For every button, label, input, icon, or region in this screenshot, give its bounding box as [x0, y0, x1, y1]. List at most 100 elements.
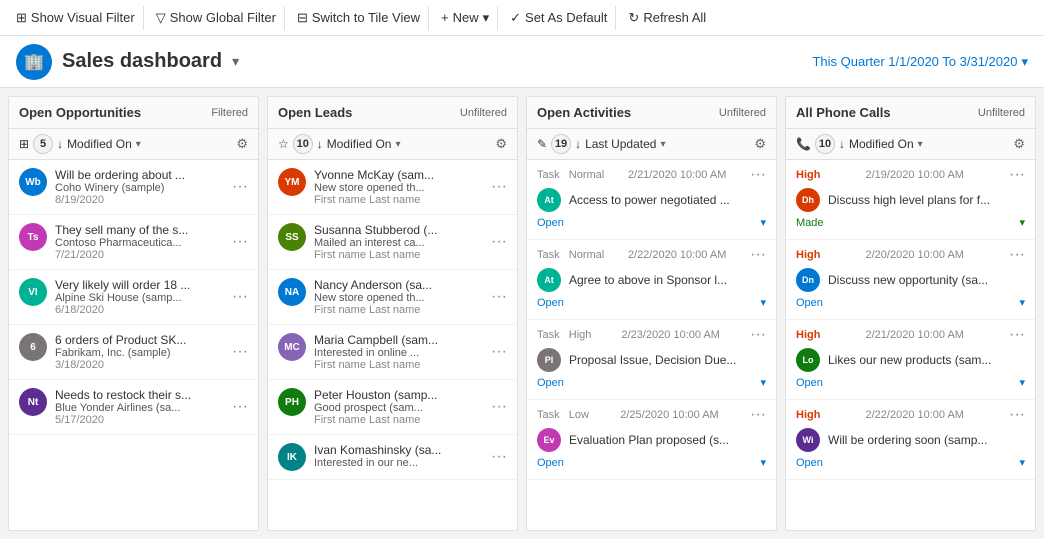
sort-icon: ⊞: [19, 137, 29, 151]
opp-title-5: Needs to restock their s...: [55, 388, 224, 402]
call-more-1[interactable]: ···: [1009, 166, 1025, 184]
opportunities-subheader: ⊞ 5 ↓ Modified On ▾ ⚙: [9, 129, 258, 160]
count-badge: 5: [33, 134, 53, 154]
call-avatar-3: Lo: [796, 348, 820, 372]
leads-count-badge: 10: [293, 134, 313, 154]
call-more-2[interactable]: ···: [1009, 246, 1025, 264]
calls-count: 10: [815, 134, 835, 154]
more-options-icon-3[interactable]: ···: [232, 288, 248, 306]
calls-sort-chevron-icon[interactable]: ▾: [918, 139, 923, 150]
check-icon: ✓: [510, 10, 521, 26]
lead-more-5[interactable]: ···: [491, 398, 507, 416]
call-status-label-4: Open: [796, 457, 823, 469]
lead-more-4[interactable]: ···: [491, 343, 507, 361]
new-button[interactable]: + New ▾: [433, 6, 498, 30]
show-global-filter-button[interactable]: ▽ Show Global Filter: [148, 6, 285, 30]
lead-item-ph[interactable]: PH Peter Houston (samp... Good prospect …: [268, 380, 517, 435]
opportunities-header: Open Opportunities Filtered: [9, 97, 258, 129]
act-more-1[interactable]: ···: [750, 166, 766, 184]
opp-item-6[interactable]: 6 6 orders of Product SK... Fabrikam, In…: [9, 325, 258, 380]
act-status-label-4: Open: [537, 457, 564, 469]
lead-item-na[interactable]: NA Nancy Anderson (sa... New store opene…: [268, 270, 517, 325]
act-datetime-2: 2/22/2020 10:00 AM: [628, 249, 726, 261]
opp-item-wb[interactable]: Wb Will be ordering about ... Coho Winer…: [9, 160, 258, 215]
lead-more-2[interactable]: ···: [491, 233, 507, 251]
plus-icon: +: [441, 10, 449, 25]
more-options-icon-5[interactable]: ···: [232, 398, 248, 416]
activity-item-4[interactable]: Task Low 2/25/2020 10:00 AM ··· Ev Evalu…: [527, 400, 776, 480]
call-item-4[interactable]: High 2/22/2020 10:00 AM ··· Wi Will be o…: [786, 400, 1035, 480]
act-expand-icon-2[interactable]: ▾: [760, 296, 766, 309]
switch-tile-view-button[interactable]: ⊟ Switch to Tile View: [289, 6, 429, 30]
date-range-chevron-icon: ▾: [1021, 54, 1028, 70]
opp-title-2: They sell many of the s...: [55, 223, 224, 237]
lead-more-6[interactable]: ···: [491, 448, 507, 466]
act-meta-3: Task High: [537, 329, 591, 341]
act-expand-icon-1[interactable]: ▾: [760, 216, 766, 229]
call-more-4[interactable]: ···: [1009, 406, 1025, 424]
more-options-icon[interactable]: ···: [232, 178, 248, 196]
lead-more-3[interactable]: ···: [491, 288, 507, 306]
call-item-3[interactable]: High 2/21/2020 10:00 AM ··· Lo Likes our…: [786, 320, 1035, 400]
call-expand-icon-1[interactable]: ▾: [1019, 216, 1025, 229]
act-header-2: Task Normal 2/22/2020 10:00 AM ···: [537, 246, 766, 264]
set-as-default-button[interactable]: ✓ Set As Default: [502, 6, 616, 30]
lead-more-1[interactable]: ···: [491, 178, 507, 196]
lead-item-ik[interactable]: IK Ivan Komashinsky (sa... Interested in…: [268, 435, 517, 480]
leads-sort-label: Modified On: [327, 137, 392, 151]
call-more-3[interactable]: ···: [1009, 326, 1025, 344]
opp-item-vi[interactable]: VI Very likely will order 18 ... Alpine …: [9, 270, 258, 325]
header-chevron-icon[interactable]: ▾: [232, 53, 239, 70]
show-visual-filter-label: Show Visual Filter: [31, 10, 135, 25]
leads-sort-chevron-icon[interactable]: ▾: [395, 139, 400, 150]
act-more-3[interactable]: ···: [750, 326, 766, 344]
leads-title: Open Leads: [278, 105, 352, 120]
new-label: New: [453, 10, 479, 25]
refresh-all-button[interactable]: ↻ Refresh All: [620, 6, 714, 30]
date-range[interactable]: This Quarter 1/1/2020 To 3/31/2020 ▾: [812, 54, 1028, 70]
act-expand-icon-3[interactable]: ▾: [760, 376, 766, 389]
act-status-label-2: Open: [537, 297, 564, 309]
activity-item-2[interactable]: Task Normal 2/22/2020 10:00 AM ··· At Ag…: [527, 240, 776, 320]
act-avatar-3: Pl: [537, 348, 561, 372]
leads-settings-icon[interactable]: ⚙: [495, 136, 507, 152]
lead-name-6: Ivan Komashinsky (sa...: [314, 443, 483, 457]
act-more-4[interactable]: ···: [750, 406, 766, 424]
sort-down-icon[interactable]: ↓: [57, 137, 63, 151]
call-expand-icon-3[interactable]: ▾: [1019, 376, 1025, 389]
act-status-1: Open ▾: [537, 212, 766, 233]
call-status-1: Made ▾: [796, 212, 1025, 233]
lead-note-2: Mailed an interest ca...: [314, 237, 483, 249]
act-expand-icon-4[interactable]: ▾: [760, 456, 766, 469]
act-more-2[interactable]: ···: [750, 246, 766, 264]
lead-note-6: Interested in our ne...: [314, 457, 483, 469]
activities-settings-icon[interactable]: ⚙: [754, 136, 766, 152]
opportunities-status: Filtered: [211, 107, 248, 119]
act-avatar-4: Ev: [537, 428, 561, 452]
lead-item-mc[interactable]: MC Maria Campbell (sam... Interested in …: [268, 325, 517, 380]
opp-item-ts[interactable]: Ts They sell many of the s... Contoso Ph…: [9, 215, 258, 270]
calls-sort-down-icon[interactable]: ↓: [839, 137, 845, 151]
activities-chevron-icon[interactable]: ▾: [660, 139, 665, 150]
call-date-2: 2/20/2020 10:00 AM: [866, 249, 964, 261]
opportunities-settings-icon[interactable]: ⚙: [236, 136, 248, 152]
call-item-2[interactable]: High 2/20/2020 10:00 AM ··· Dn Discuss n…: [786, 240, 1035, 320]
activities-sort-down-icon[interactable]: ↓: [575, 137, 581, 151]
leads-header: Open Leads Unfiltered: [268, 97, 517, 129]
call-header-2: High 2/20/2020 10:00 AM ···: [796, 246, 1025, 264]
leads-sort-down-icon[interactable]: ↓: [317, 137, 323, 151]
sort-chevron-icon[interactable]: ▾: [136, 139, 141, 150]
call-item-1[interactable]: High 2/19/2020 10:00 AM ··· Dh Discuss h…: [786, 160, 1035, 240]
more-options-icon-2[interactable]: ···: [232, 233, 248, 251]
calls-settings-icon[interactable]: ⚙: [1013, 136, 1025, 152]
more-options-icon-4[interactable]: ···: [232, 343, 248, 361]
activity-item-3[interactable]: Task High 2/23/2020 10:00 AM ··· Pl Prop…: [527, 320, 776, 400]
call-expand-icon-4[interactable]: ▾: [1019, 456, 1025, 469]
call-expand-icon-2[interactable]: ▾: [1019, 296, 1025, 309]
show-visual-filter-button[interactable]: ⊞ Show Visual Filter: [8, 6, 144, 30]
lead-item-ss[interactable]: SS Susanna Stubberod (... Mailed an inte…: [268, 215, 517, 270]
activity-item-1[interactable]: Task Normal 2/21/2020 10:00 AM ··· At Ac…: [527, 160, 776, 240]
opp-item-nt[interactable]: Nt Needs to restock their s... Blue Yond…: [9, 380, 258, 435]
lead-item-ym[interactable]: YM Yvonne McKay (sam... New store opened…: [268, 160, 517, 215]
lead-content-ik: Ivan Komashinsky (sa... Interested in ou…: [314, 443, 483, 469]
